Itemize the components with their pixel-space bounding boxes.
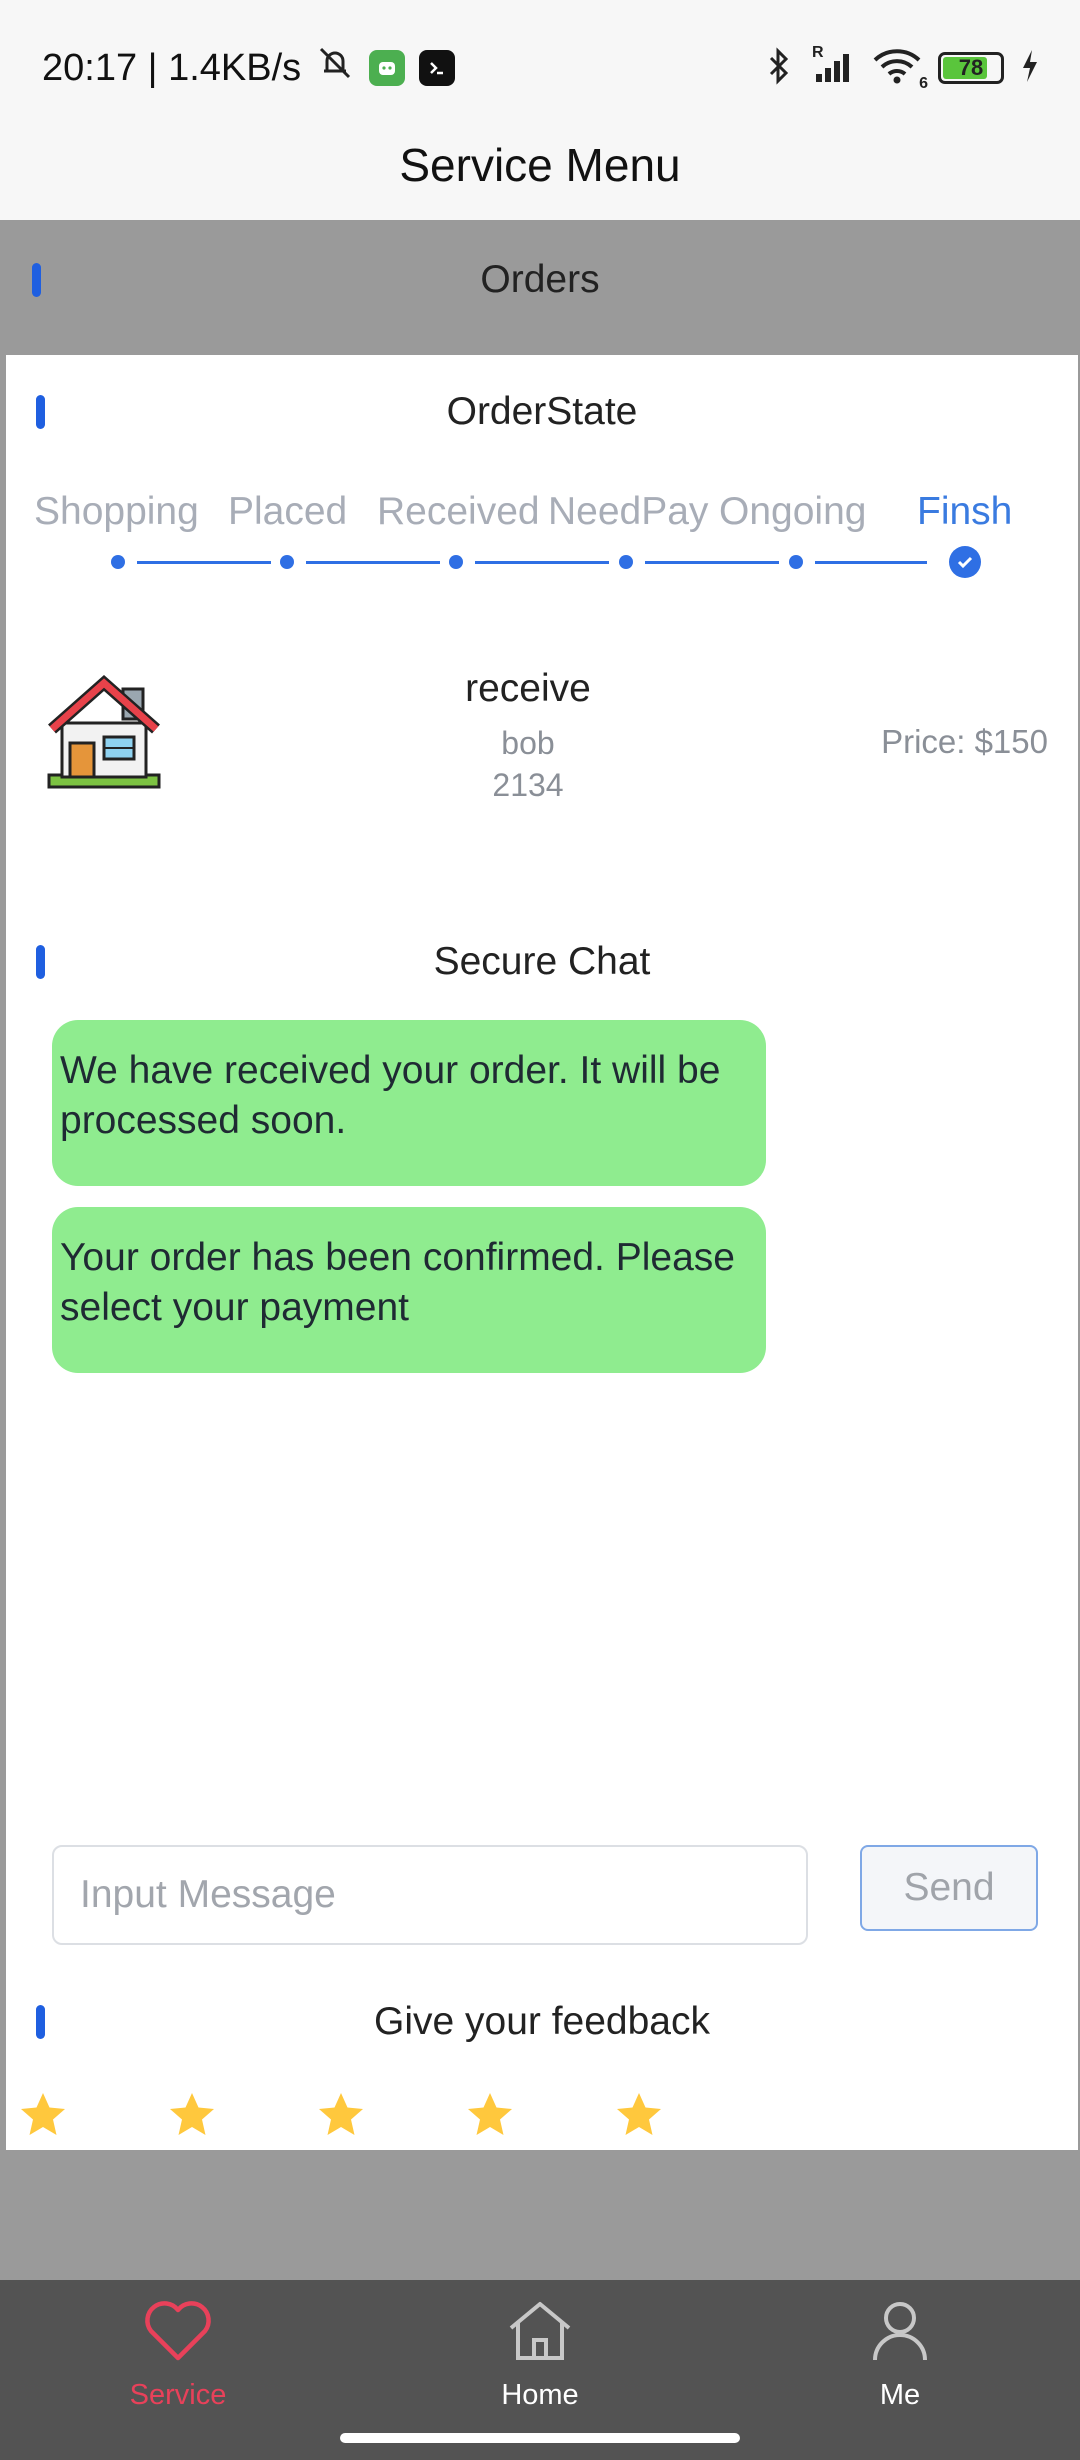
nav-label-service: Service	[129, 2379, 227, 2411]
star-icon[interactable]	[167, 2090, 217, 2140]
signal-label: R	[812, 43, 824, 61]
step-ongoing[interactable]: Ongoing	[719, 490, 866, 534]
step-dot	[111, 555, 125, 569]
step-connector	[475, 561, 609, 564]
battery-level: 78	[958, 55, 984, 80]
order-steps: Shopping Placed Received NeedPay Ongoing…	[6, 490, 1078, 600]
star-icon[interactable]	[465, 2090, 515, 2140]
send-button[interactable]: Send	[860, 1845, 1038, 1931]
order-price: Price: $150	[881, 723, 1048, 760]
secure-chat-header: Secure Chat	[6, 927, 1078, 997]
cell-signal-icon: R	[808, 43, 856, 91]
order-item[interactable]: receive bob 2134 Price: $150	[6, 655, 1078, 835]
step-dot	[449, 555, 463, 569]
bluetooth-icon	[766, 46, 792, 91]
feedback-header: Give your feedback	[6, 1987, 1078, 2057]
section-marker	[36, 2005, 45, 2039]
step-dot	[789, 555, 803, 569]
order-card: OrderState Shopping Placed Received Need…	[6, 355, 1078, 2150]
nav-item-service[interactable]: Service	[78, 2298, 278, 2428]
secure-chat-title: Secure Chat	[433, 940, 651, 983]
step-dot	[280, 555, 294, 569]
battery-icon: 78	[938, 52, 1004, 84]
order-title: receive	[465, 667, 591, 710]
step-needpay[interactable]: NeedPay	[548, 490, 708, 534]
mute-icon	[315, 43, 355, 93]
star-icon[interactable]	[614, 2090, 664, 2140]
step-connector	[815, 561, 927, 564]
nav-item-home[interactable]: Home	[440, 2298, 640, 2428]
orders-title: Orders	[480, 258, 600, 301]
order-number: 2134	[492, 767, 564, 803]
charging-icon	[1020, 46, 1040, 91]
section-marker	[36, 945, 45, 979]
step-shopping[interactable]: Shopping	[34, 490, 199, 534]
status-right: R 6 78	[766, 44, 1040, 92]
orders-section-header: Orders	[4, 230, 1076, 330]
step-connector	[137, 561, 271, 564]
nav-label-home: Home	[501, 2379, 579, 2411]
chat-message: We have received your order. It will be …	[52, 1020, 766, 1186]
page-title-text: Service Menu	[399, 139, 681, 191]
heart-icon	[143, 2298, 213, 2369]
chat-message-text: Your order has been confirmed. Please se…	[60, 1236, 735, 1329]
step-dot	[619, 555, 633, 569]
nav-item-me[interactable]: Me	[800, 2298, 1000, 2428]
message-input[interactable]	[52, 1845, 808, 1945]
person-icon	[865, 2298, 935, 2369]
step-finish[interactable]: Finsh	[917, 490, 1012, 534]
feedback-rating	[6, 2090, 706, 2150]
order-state-header: OrderState	[6, 377, 1078, 447]
chat-message-text: We have received your order. It will be …	[60, 1049, 721, 1142]
home-indicator	[340, 2433, 740, 2443]
chat-message: Your order has been confirmed. Please se…	[52, 1207, 766, 1373]
app-notification-icon	[369, 50, 406, 86]
order-state-title: OrderState	[446, 390, 638, 433]
status-left: 20:17 | 1.4KB/s	[42, 43, 456, 93]
section-marker	[32, 263, 41, 297]
step-received[interactable]: Received	[377, 490, 540, 534]
star-icon[interactable]	[18, 2090, 68, 2140]
star-icon[interactable]	[316, 2090, 366, 2140]
nav-label-me: Me	[879, 2379, 921, 2411]
wifi-label: 6	[919, 74, 928, 92]
message-input-row: Send	[52, 1845, 1042, 1945]
step-connector	[306, 561, 440, 564]
home-icon	[505, 2298, 575, 2369]
section-marker	[36, 395, 45, 429]
step-placed[interactable]: Placed	[228, 490, 347, 534]
page-title: Service Menu	[0, 110, 1080, 220]
check-circle-icon	[949, 546, 981, 578]
terminal-icon	[419, 50, 456, 86]
wifi-icon: 6	[872, 46, 928, 92]
feedback-title: Give your feedback	[373, 2000, 710, 2043]
step-connector	[645, 561, 779, 564]
status-time-speed: 20:17 | 1.4KB/s	[42, 46, 302, 89]
